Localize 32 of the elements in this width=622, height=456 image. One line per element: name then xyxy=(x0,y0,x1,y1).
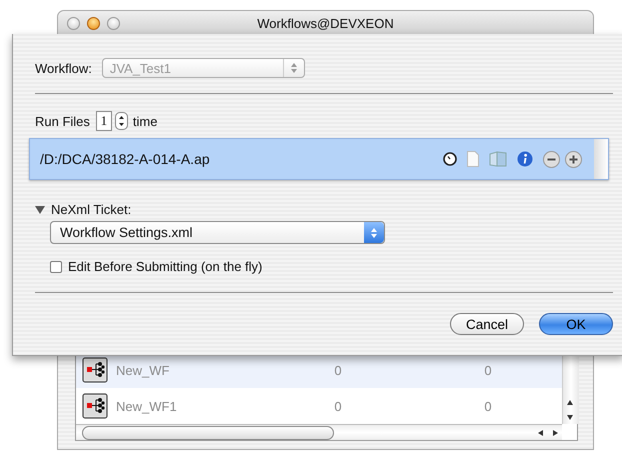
clock-icon[interactable] xyxy=(443,152,457,166)
window-title: Workflows@DEVXEON xyxy=(257,16,394,30)
workflow-label: Workflow: xyxy=(35,60,92,76)
remove-button[interactable] xyxy=(543,150,560,168)
table-cell-text: 0 xyxy=(483,398,493,414)
workflow-name: New_WF xyxy=(115,362,170,378)
count-field[interactable]: 1 xyxy=(96,111,112,131)
cancel-button[interactable]: Cancel xyxy=(450,313,524,335)
file-row[interactable]: /D:/DCA/38182-A-014-A.ap xyxy=(29,138,609,180)
stepper[interactable] xyxy=(114,112,128,130)
file-path: /D:/DCA/38182-A-014-A.ap xyxy=(40,151,211,167)
table-cell-text: 0 xyxy=(483,362,493,378)
popup-arrows-icon[interactable] xyxy=(370,226,378,238)
checkbox-label: Edit Before Submitting (on the fly) xyxy=(68,259,262,274)
add-button[interactable] xyxy=(565,150,582,168)
workflow-icon xyxy=(82,357,108,383)
ok-button[interactable]: OK xyxy=(539,313,613,335)
minimize-button[interactable] xyxy=(87,16,100,30)
disclosure-triangle-icon[interactable] xyxy=(35,204,45,214)
zoom-button[interactable] xyxy=(107,16,120,30)
workflow-name: New_WF1 xyxy=(115,398,178,414)
time-label: time xyxy=(132,114,158,128)
run-files-label: Run Files xyxy=(35,114,90,128)
table-cell-text: 0 xyxy=(333,398,343,414)
ticket-popup[interactable]: Workflow Settings.xml xyxy=(50,221,385,244)
workflow-icon xyxy=(82,393,108,419)
info-icon[interactable] xyxy=(517,151,533,167)
ticket-label: NeXml Ticket: xyxy=(51,202,132,217)
scrollbar-thumb[interactable] xyxy=(82,426,334,440)
close-button[interactable] xyxy=(67,16,80,30)
checkbox[interactable] xyxy=(50,260,62,272)
table-cell-text: 0 xyxy=(333,362,343,378)
